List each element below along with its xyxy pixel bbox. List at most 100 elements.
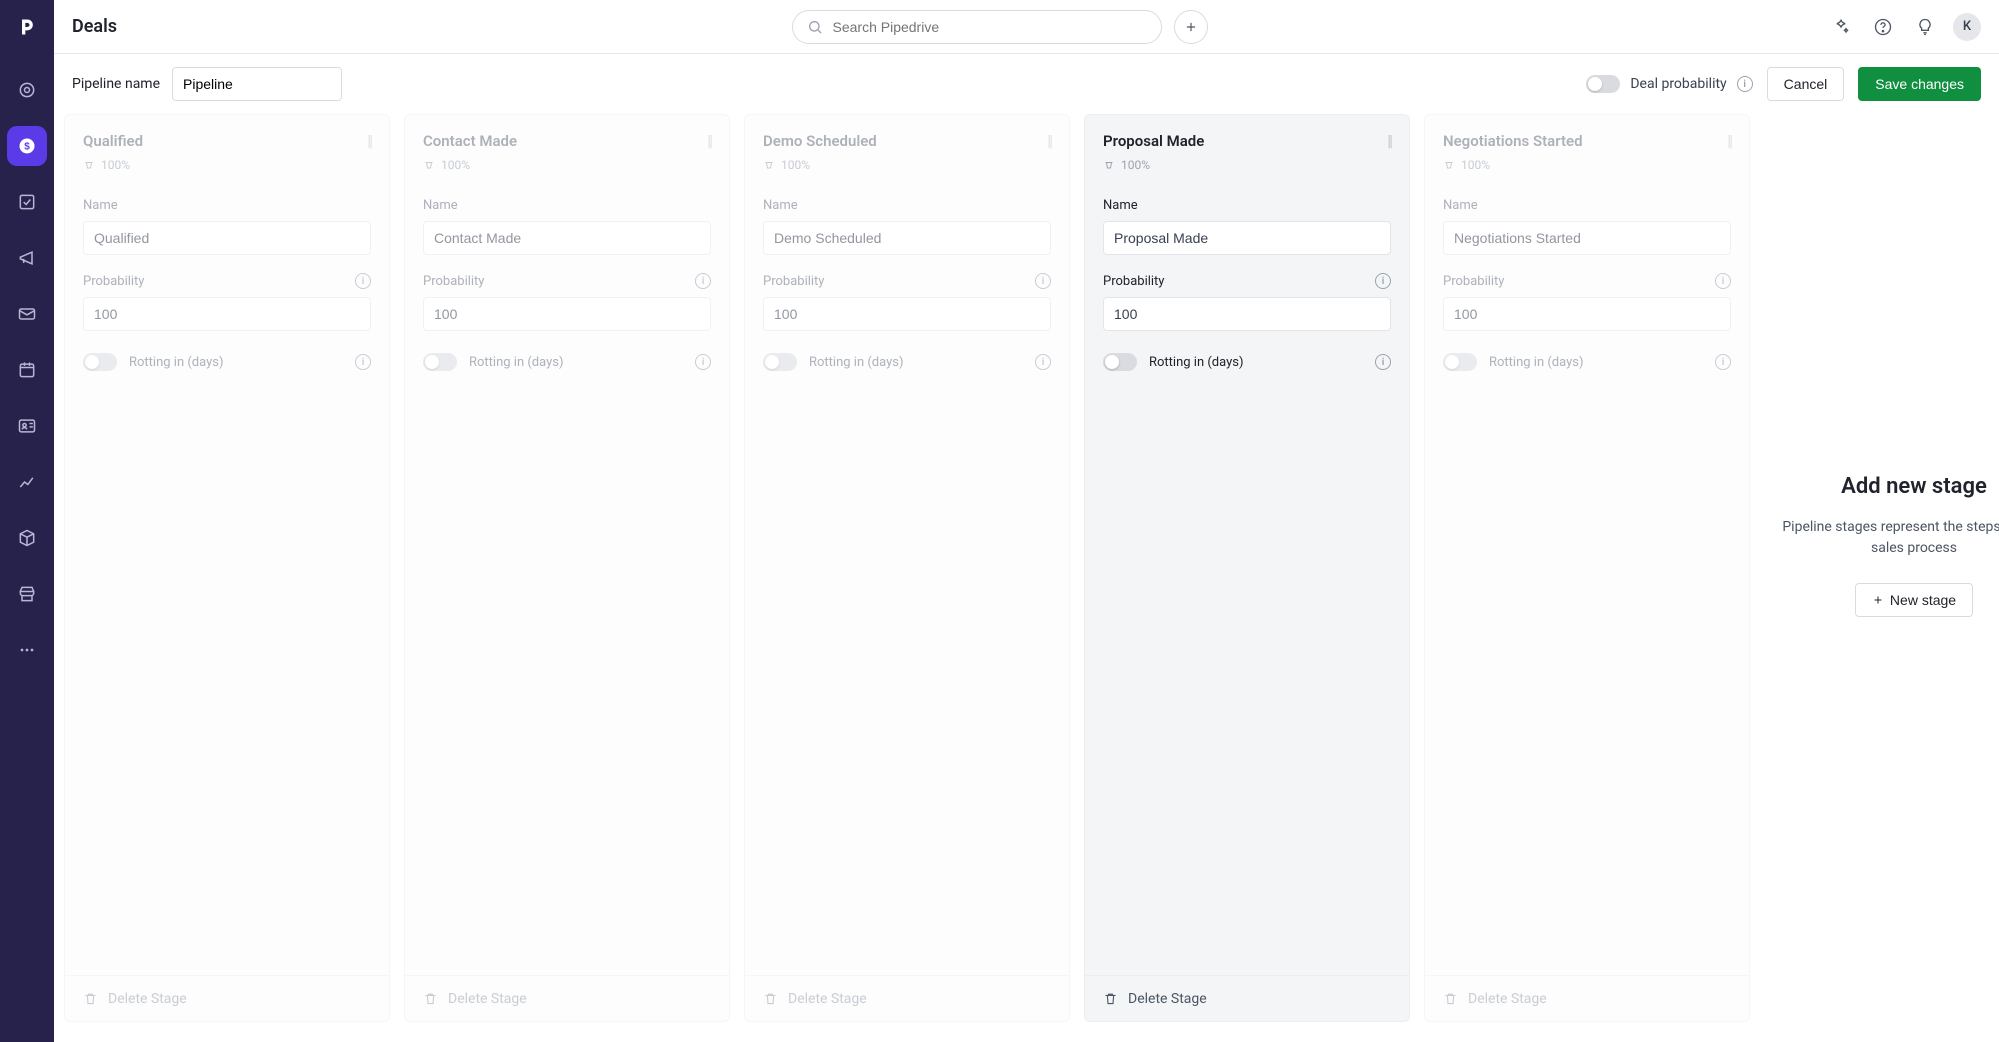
delete-stage-button[interactable]: Delete Stage [65,975,389,1021]
stage-name-input[interactable] [763,221,1051,255]
save-button[interactable]: Save changes [1858,67,1981,101]
stage-column: Contact Made 100% || Name Probability i … [404,114,730,1022]
stage-name-input[interactable] [1103,221,1391,255]
add-stage-description: Pipeline stages represent the steps in y… [1764,517,1999,559]
nav-products-icon[interactable] [7,518,47,558]
info-icon[interactable]: i [1375,354,1391,370]
deal-probability-label: Deal probability [1630,76,1726,92]
nav-leads-icon[interactable] [7,70,47,110]
trash-icon [423,991,438,1006]
stage-probability-input[interactable] [1443,297,1731,331]
stage-probability-input[interactable] [83,297,371,331]
svg-text:$: $ [24,141,30,152]
stage-title: Demo Scheduled [763,131,877,152]
info-icon[interactable]: i [695,354,711,370]
nav-activities-icon[interactable] [7,350,47,390]
search-input[interactable] [833,19,1147,35]
stage-name-input[interactable] [423,221,711,255]
rotting-label: Rotting in (days) [469,355,564,370]
left-nav: $ [0,0,54,1042]
stage-prob-summary: 100% [1443,158,1583,172]
stage-title: Qualified [83,131,143,152]
stage-prob-summary: 100% [83,158,143,172]
info-icon[interactable]: i [1715,273,1731,289]
drag-handle-icon[interactable]: || [707,131,711,150]
stage-column: Negotiations Started 100% || Name Probab… [1424,114,1750,1022]
nav-marketplace-icon[interactable] [7,574,47,614]
nav-insights-icon[interactable] [7,462,47,502]
tips-icon[interactable] [1911,13,1939,41]
rotting-toggle[interactable] [763,353,797,371]
info-icon[interactable]: i [355,273,371,289]
stage-probability-label: Probability i [83,273,371,289]
info-icon[interactable]: i [695,273,711,289]
drag-handle-icon[interactable]: || [367,131,371,150]
trash-icon [763,991,778,1006]
cancel-button[interactable]: Cancel [1767,67,1845,101]
rotting-label: Rotting in (days) [809,355,904,370]
rotting-toggle[interactable] [83,353,117,371]
rotting-toggle[interactable] [1103,353,1137,371]
pipeline-name-input[interactable] [172,67,342,101]
referral-icon[interactable] [1827,13,1855,41]
info-icon[interactable]: i [355,354,371,370]
stage-name-label: Name [1443,198,1731,213]
drag-handle-icon[interactable]: || [1047,131,1051,150]
nav-campaigns-icon[interactable] [7,238,47,278]
trash-icon [1443,991,1458,1006]
app-logo [0,0,54,54]
pipeline-editor-bar: Pipeline name Deal probability i Cancel … [54,54,1999,114]
rotting-toggle[interactable] [423,353,457,371]
add-stage-title: Add new stage [1841,474,1987,499]
stage-title: Negotiations Started [1443,131,1583,152]
deal-probability-toggle[interactable] [1586,75,1620,93]
stage-column: Qualified 100% || Name Probability i Rot… [64,114,390,1022]
trash-icon [83,991,98,1006]
stage-name-input[interactable] [1443,221,1731,255]
stage-probability-label: Probability i [1443,273,1731,289]
add-stage-panel: Add new stage Pipeline stages represent … [1764,114,1999,1022]
stage-title: Proposal Made [1103,131,1204,152]
rotting-toggle[interactable] [1443,353,1477,371]
info-icon[interactable]: i [1375,273,1391,289]
delete-stage-button[interactable]: Delete Stage [745,975,1069,1021]
new-stage-button[interactable]: New stage [1855,583,1973,617]
rotting-label: Rotting in (days) [1489,355,1584,370]
drag-handle-icon[interactable]: || [1727,131,1731,150]
help-icon[interactable] [1869,13,1897,41]
page-title: Deals [72,16,117,37]
delete-stage-button[interactable]: Delete Stage [405,975,729,1021]
delete-stage-button[interactable]: Delete Stage [1085,975,1409,1021]
nav-contacts-icon[interactable] [7,406,47,446]
stage-name-label: Name [1103,198,1391,213]
info-icon[interactable]: i [1715,354,1731,370]
stage-column: Proposal Made 100% || Name Probability i… [1084,114,1410,1022]
stage-probability-input[interactable] [1103,297,1391,331]
pipeline-name-label: Pipeline name [72,76,160,92]
nav-deals-icon[interactable]: $ [7,126,47,166]
delete-stage-button[interactable]: Delete Stage [1425,975,1749,1021]
rotting-label: Rotting in (days) [129,355,224,370]
topbar: Deals [54,0,1999,54]
stage-probability-label: Probability i [1103,273,1391,289]
stage-name-label: Name [83,198,371,213]
stage-prob-summary: 100% [423,158,517,172]
stage-probability-input[interactable] [423,297,711,331]
stage-name-input[interactable] [83,221,371,255]
info-icon[interactable]: i [1035,354,1051,370]
nav-projects-icon[interactable] [7,182,47,222]
drag-handle-icon[interactable]: || [1387,131,1391,150]
info-icon[interactable]: i [1737,76,1753,92]
nav-mail-icon[interactable] [7,294,47,334]
info-icon[interactable]: i [1035,273,1051,289]
user-avatar[interactable]: K [1953,13,1981,41]
search-box[interactable] [792,10,1162,44]
stage-probability-label: Probability i [423,273,711,289]
stage-prob-summary: 100% [1103,158,1204,172]
pipeline-board: Qualified 100% || Name Probability i Rot… [64,114,1989,1022]
stage-column: Demo Scheduled 100% || Name Probability … [744,114,1070,1022]
quick-add-button[interactable] [1174,10,1208,44]
stage-probability-input[interactable] [763,297,1051,331]
nav-more-icon[interactable] [7,630,47,670]
stage-prob-summary: 100% [763,158,877,172]
